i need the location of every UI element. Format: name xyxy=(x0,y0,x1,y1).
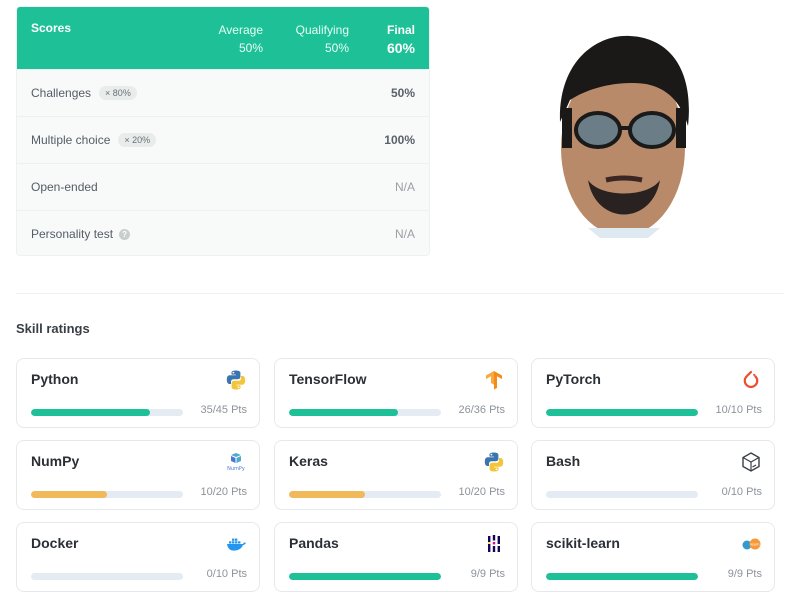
scikit-learn-icon: learn xyxy=(740,533,762,555)
skill-name: Docker xyxy=(31,535,79,551)
skill-points: 10/20 Pts xyxy=(458,486,505,498)
skill-points: 26/36 Pts xyxy=(458,404,505,416)
skill-card-python[interactable]: Python 35/45 Pts xyxy=(16,358,260,428)
skill-points: 9/9 Pts xyxy=(470,568,505,580)
score-row-label: Personality test xyxy=(31,227,114,241)
average-label: Average xyxy=(218,23,263,37)
score-row-personality-test: Personality test ? N/A xyxy=(17,210,429,255)
weight-badge: × 20% xyxy=(118,133,157,147)
section-divider xyxy=(16,293,784,294)
svg-text:NumPy: NumPy xyxy=(227,466,245,472)
skill-progress-bar xyxy=(31,573,183,580)
score-row-value: 50% xyxy=(390,86,415,100)
skill-points: 10/10 Pts xyxy=(715,404,762,416)
skill-progress-fill xyxy=(289,491,365,498)
weight-badge: × 80% xyxy=(99,86,137,100)
skill-card-numpy[interactable]: NumPy NumPy 10/20 Pts xyxy=(16,440,260,510)
skill-name: Bash xyxy=(546,453,581,469)
skill-card-docker[interactable]: Docker 0/10 Pts xyxy=(16,522,260,592)
scores-header: Scores Average 50% Qualifying 50% Final … xyxy=(17,7,429,69)
score-row-value: N/A xyxy=(394,227,415,241)
final-label: Final xyxy=(386,23,415,37)
skill-name: scikit-learn xyxy=(546,535,620,551)
skill-card-keras[interactable]: Keras 10/20 Pts xyxy=(274,440,518,510)
pytorch-icon xyxy=(740,369,762,391)
skill-progress-fill xyxy=(289,409,399,416)
skill-card-tensorflow[interactable]: TensorFlow 26/36 Pts xyxy=(274,358,518,428)
skill-points: 35/45 Pts xyxy=(200,404,247,416)
final-value: 60% xyxy=(386,40,415,56)
help-icon[interactable]: ? xyxy=(119,228,131,240)
skill-progress-fill xyxy=(546,409,698,416)
skill-name: TensorFlow xyxy=(289,371,367,387)
numpy-icon: NumPy xyxy=(225,451,247,473)
skill-progress-bar xyxy=(31,409,183,416)
skill-name: NumPy xyxy=(31,453,80,469)
skill-ratings-title: Skill ratings xyxy=(16,321,90,336)
skill-card-pandas[interactable]: Pandas 9/9 Pts xyxy=(274,522,518,592)
skill-name: Pandas xyxy=(289,535,339,551)
score-row-value: N/A xyxy=(394,180,415,194)
skill-progress-bar xyxy=(546,573,698,580)
svg-text:learn: learn xyxy=(750,543,759,547)
skill-card-bash[interactable]: Bash 0/10 Pts xyxy=(531,440,775,510)
skill-progress-fill xyxy=(546,573,698,580)
skill-progress-bar xyxy=(546,409,698,416)
score-row-label: Open-ended xyxy=(31,180,98,194)
scores-table: Scores Average 50% Qualifying 50% Final … xyxy=(16,6,430,256)
qualifying-column: Qualifying 50% xyxy=(296,21,349,57)
qualifying-label: Qualifying xyxy=(295,23,349,37)
skill-progress-fill xyxy=(289,573,441,580)
score-row-open-ended: Open-ended N/A xyxy=(17,163,429,210)
score-row-value: 100% xyxy=(384,133,415,147)
skill-progress-fill xyxy=(31,409,150,416)
pandas-icon xyxy=(483,533,505,555)
score-row-label: Challenges xyxy=(31,86,92,100)
skill-points: 10/20 Pts xyxy=(200,486,247,498)
final-column: Final 60% xyxy=(387,21,415,57)
candidate-avatar xyxy=(559,35,689,238)
skill-progress-bar xyxy=(289,409,441,416)
average-column: Average 50% xyxy=(219,21,263,57)
score-row-multiple-choice: Multiple choice × 20% 100% xyxy=(17,116,429,163)
skill-name: PyTorch xyxy=(546,371,601,387)
average-value: 50% xyxy=(238,41,263,55)
python-icon xyxy=(225,369,247,391)
skill-card-pytorch[interactable]: PyTorch 10/10 Pts xyxy=(531,358,775,428)
score-row-challenges: Challenges × 80% 50% xyxy=(17,69,429,116)
skill-progress-fill xyxy=(31,491,107,498)
skill-points: 0/10 Pts xyxy=(206,568,247,580)
skill-card-scikit-learn[interactable]: scikit-learn learn 9/9 Pts xyxy=(531,522,775,592)
skill-progress-bar xyxy=(289,491,441,498)
docker-icon xyxy=(225,533,247,555)
scores-title: Scores xyxy=(31,21,72,35)
skill-name: Python xyxy=(31,371,79,387)
skill-progress-bar xyxy=(31,491,183,498)
skill-progress-bar xyxy=(289,573,441,580)
tensorflow-icon xyxy=(483,369,505,391)
skill-points: 9/9 Pts xyxy=(727,568,762,580)
score-row-label: Multiple choice xyxy=(31,133,111,147)
skill-points: 0/10 Pts xyxy=(721,486,762,498)
qualifying-value: 50% xyxy=(324,41,349,55)
skill-progress-bar xyxy=(546,491,698,498)
python-icon xyxy=(483,451,505,473)
bash-icon xyxy=(740,451,762,473)
skill-name: Keras xyxy=(289,453,328,469)
